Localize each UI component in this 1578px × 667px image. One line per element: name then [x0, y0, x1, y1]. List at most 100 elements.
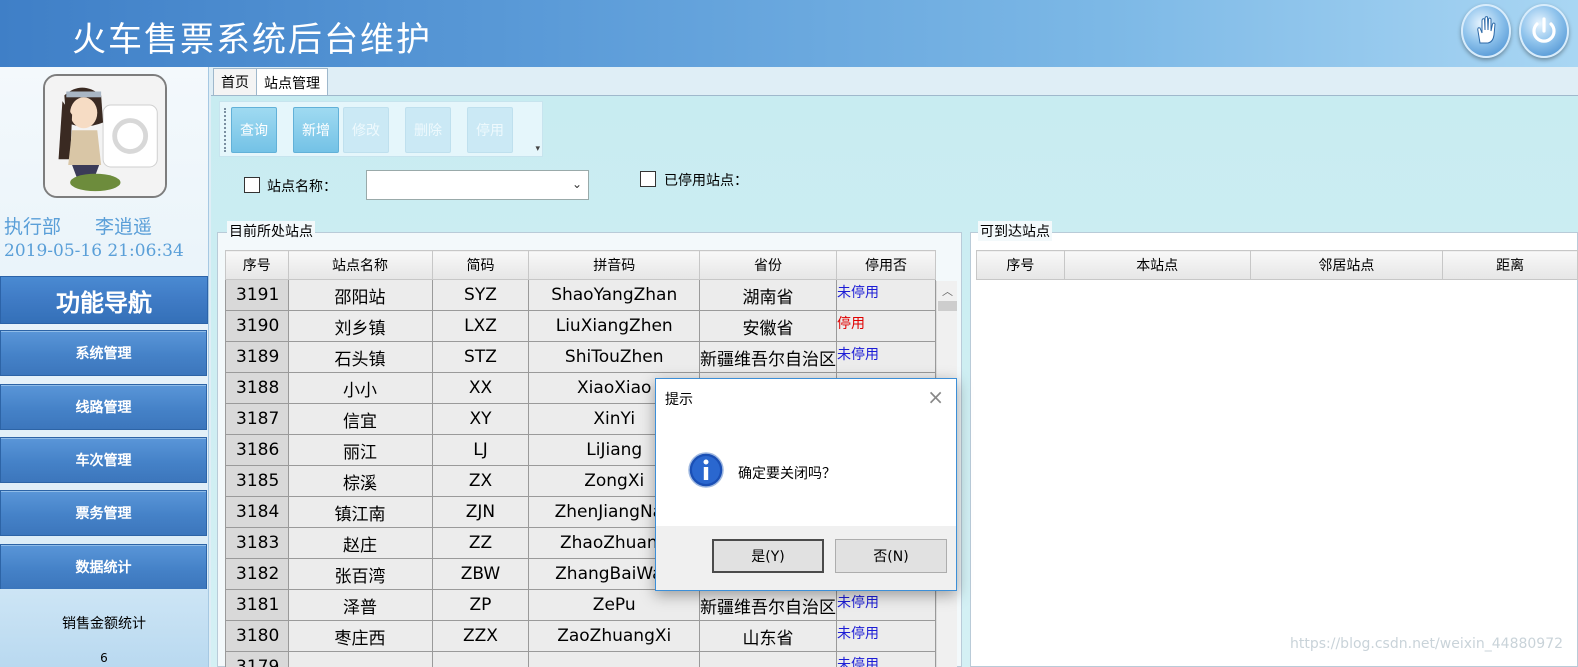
cell-code: XY	[431, 403, 530, 435]
cell-name: 刘乡镇	[287, 310, 433, 342]
cell-code: ZX	[431, 465, 530, 497]
cell-status: 未停用	[836, 651, 936, 667]
hand-button[interactable]	[1461, 4, 1511, 58]
cell-pinyin: ZePu	[528, 589, 701, 621]
chevron-down-icon[interactable]: ⌄	[572, 177, 582, 191]
power-button[interactable]	[1519, 4, 1569, 58]
sidebar: 执行部 李逍遥 2019-05-16 21:06:34 功能导航 系统管理 线路管…	[0, 67, 209, 667]
cell-id: 3182	[225, 558, 289, 590]
cell-pinyin: ShiTouZhen	[528, 341, 701, 373]
cell-id: 3189	[225, 341, 289, 373]
nav-title: 功能导航	[0, 276, 208, 324]
cell-code: ZZX	[431, 620, 530, 652]
nav-item-system[interactable]: 系统管理	[0, 330, 207, 376]
nav-item-train[interactable]: 车次管理	[0, 437, 207, 483]
app-title: 火车售票系统后台维护	[72, 20, 432, 60]
table-row[interactable]: 3190 刘乡镇 LXZ LiuXiangZhen 安徽省 停用	[225, 310, 936, 342]
no-button[interactable]: 否(N)	[835, 539, 947, 573]
column-header[interactable]: 序号	[225, 250, 289, 280]
cell-status: 未停用	[836, 341, 936, 373]
table-row[interactable]: 3181 泽普 ZP ZePu 新疆维吾尔自治区 未停用	[225, 589, 936, 621]
sub-item-second[interactable]: 6	[0, 651, 208, 665]
cell-id: 3190	[225, 310, 289, 342]
cell-id: 3188	[225, 372, 289, 404]
user-info: 执行部 李逍遥	[4, 212, 152, 239]
watermark: https://blog.csdn.net/weixin_44880972	[1290, 636, 1564, 652]
cell-status: 未停用	[836, 589, 936, 621]
reachable-stations-title: 可到达站点	[978, 221, 1052, 241]
cell-name: 小小	[287, 372, 433, 404]
table-row[interactable]: 3180 枣庄西 ZZX ZaoZhuangXi 山东省 未停用	[225, 620, 936, 652]
cell-code	[431, 651, 530, 667]
nav-item-route[interactable]: 线路管理	[0, 384, 207, 430]
app-header: 火车售票系统后台维护	[0, 0, 1578, 67]
column-header[interactable]: 距离	[1442, 250, 1578, 280]
station-name-checkbox[interactable]	[244, 177, 260, 193]
table-row[interactable]: 3189 石头镇 STZ ShiTouZhen 新疆维吾尔自治区 未停用	[225, 341, 936, 373]
column-header[interactable]: 简码	[431, 250, 530, 280]
scroll-up-icon[interactable]: ︿	[942, 283, 953, 299]
cell-name: 棕溪	[287, 465, 433, 497]
station-name-combo[interactable]: ⌄	[366, 170, 589, 200]
cell-id: 3191	[225, 279, 289, 311]
cell-name: 张百湾	[287, 558, 433, 590]
cell-name: 枣庄西	[287, 620, 433, 652]
cell-code: ZP	[431, 589, 530, 621]
nav-item-statistics[interactable]: 数据统计	[0, 544, 207, 590]
cell-code: LJ	[431, 434, 530, 466]
cell-status: 未停用	[836, 279, 936, 311]
power-icon	[1532, 17, 1556, 43]
cell-code: ZBW	[431, 558, 530, 590]
column-header[interactable]: 邻居站点	[1249, 250, 1444, 280]
cell-name: 赵庄	[287, 527, 433, 559]
cell-code: ZJN	[431, 496, 530, 528]
delete-button[interactable]: 删除	[405, 107, 451, 153]
disable-button[interactable]: 停用	[467, 107, 513, 153]
tab-station-management[interactable]: 站点管理	[256, 68, 328, 96]
close-icon[interactable]: ×	[927, 385, 944, 409]
cell-name: 镇江南	[287, 496, 433, 528]
cell-status: 未停用	[836, 620, 936, 652]
column-header[interactable]: 拼音码	[528, 250, 701, 280]
add-button[interactable]: 新增	[293, 107, 339, 153]
current-stations-title: 目前所处站点	[227, 221, 315, 241]
table-row[interactable]: 3191 邵阳站 SYZ ShaoYangZhan 湖南省 未停用	[225, 279, 936, 311]
cell-id: 3181	[225, 589, 289, 621]
cell-id: 3184	[225, 496, 289, 528]
table-row[interactable]: 3179 未停用	[225, 651, 936, 667]
cell-id: 3185	[225, 465, 289, 497]
column-header[interactable]: 本站点	[1063, 250, 1251, 280]
cell-pinyin	[528, 651, 701, 667]
cell-name: 邵阳站	[287, 279, 433, 311]
sub-item-sales-stats[interactable]: 销售金额统计	[0, 613, 208, 633]
dialog-message: 确定要关闭吗？	[738, 466, 836, 482]
cell-pinyin: ShaoYangZhan	[528, 279, 701, 311]
toolbar-grip[interactable]	[224, 108, 227, 152]
query-button[interactable]: 查询	[231, 107, 277, 153]
nav-item-ticket[interactable]: 票务管理	[0, 490, 207, 536]
column-header[interactable]: 省份	[699, 250, 838, 280]
column-header[interactable]: 停用否	[836, 250, 936, 280]
cell-province	[699, 651, 838, 667]
nav-sub-panel: 销售金额统计 6	[0, 589, 208, 667]
scroll-thumb[interactable]	[938, 301, 957, 311]
yes-button[interactable]: 是(Y)	[712, 539, 824, 573]
cell-name: 泽普	[287, 589, 433, 621]
cell-province: 新疆维吾尔自治区	[699, 589, 838, 621]
cell-pinyin: ZaoZhuangXi	[528, 620, 701, 652]
cell-code: STZ	[431, 341, 530, 373]
cell-code: LXZ	[431, 310, 530, 342]
tab-home[interactable]: 首页	[213, 68, 257, 95]
disabled-stations-checkbox[interactable]	[640, 171, 656, 187]
column-header[interactable]: 站点名称	[287, 250, 433, 280]
stations-header-row: 序号 站点名称 简码 拼音码 省份 停用否	[225, 250, 936, 280]
reachable-table: 序号 本站点 邻居站点 距离	[976, 250, 1578, 280]
column-header[interactable]: 序号	[976, 250, 1065, 280]
cell-code: XX	[431, 372, 530, 404]
toolbar-overflow-icon[interactable]: ▾	[535, 144, 540, 154]
cell-id: 3183	[225, 527, 289, 559]
cell-id: 3180	[225, 620, 289, 652]
edit-button[interactable]: 修改	[343, 107, 389, 153]
confirm-dialog: 提示 × 确定要关闭吗？ 是(Y) 否(N)	[655, 378, 957, 591]
login-datetime: 2019-05-16 21:06:34	[4, 241, 184, 261]
